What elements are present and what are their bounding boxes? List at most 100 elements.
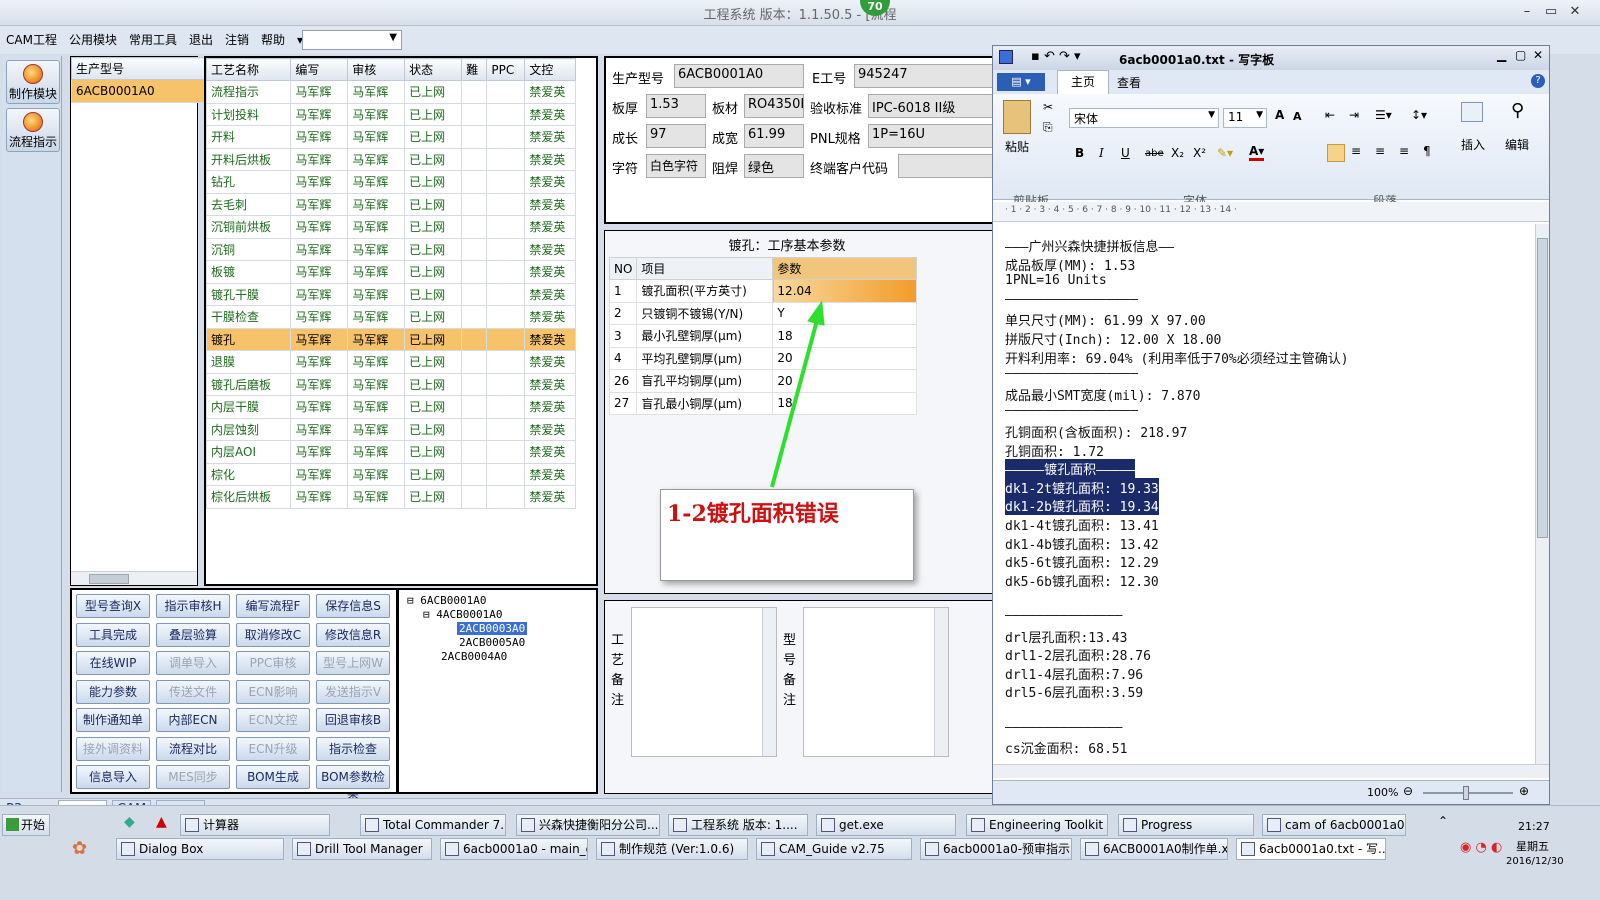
superscript-icon[interactable]: X² xyxy=(1193,146,1206,160)
table-cell[interactable]: 已上网 xyxy=(404,125,463,149)
table-cell[interactable] xyxy=(486,147,526,171)
table-cell[interactable]: 马军辉 xyxy=(290,170,349,194)
model-cell[interactable]: 6ACB0001A0 xyxy=(71,79,217,103)
col-header-process[interactable]: 工艺名称 xyxy=(205,58,292,81)
action-button[interactable]: 保存信息S xyxy=(316,594,390,618)
table-cell[interactable]: 板镀 xyxy=(205,260,292,284)
table-cell[interactable]: 马军辉 xyxy=(347,260,406,284)
horizontal-scrollbar[interactable] xyxy=(71,571,197,585)
param-row[interactable]: 1 镀孔面积(平方英寸) 12.04 xyxy=(608,279,917,303)
table-cell[interactable]: 马军辉 xyxy=(347,215,406,239)
table-cell[interactable] xyxy=(461,350,488,374)
action-button[interactable]: ECN升级 xyxy=(236,736,310,761)
paste-icon[interactable] xyxy=(1003,100,1031,134)
table-cell[interactable]: 已上网 xyxy=(404,372,463,396)
action-button[interactable]: ECN文控 xyxy=(236,708,310,732)
table-cell[interactable]: 马军辉 xyxy=(290,237,349,261)
param-row[interactable]: 4 平均孔壁铜厚(μm) 20 xyxy=(608,346,917,370)
menu-tools[interactable]: 常用工具 xyxy=(123,26,183,54)
tray-expand-icon[interactable]: ⌃ xyxy=(1438,814,1448,828)
table-row[interactable]: 钻孔 马军辉 马军辉 已上网 禁爱英 xyxy=(205,170,576,194)
table-cell[interactable]: 去毛刺 xyxy=(205,192,292,216)
table-row[interactable]: 棕化后烘板 马军辉 马军辉 已上网 禁爱英 xyxy=(205,485,576,509)
clock-weekday[interactable]: 星期五 xyxy=(1516,838,1549,854)
table-cell[interactable]: 沉铜前烘板 xyxy=(205,215,292,239)
document-line[interactable]: ——————————————— xyxy=(1005,608,1122,623)
table-cell[interactable]: 开料 xyxy=(205,125,292,149)
document-line[interactable]: drl5-6层孔面积:3.59 xyxy=(1005,682,1143,701)
table-cell[interactable]: 禁爱英 xyxy=(524,237,576,261)
tab-view[interactable]: 查看 xyxy=(1117,74,1141,91)
table-cell[interactable]: 镀孔 xyxy=(205,327,292,351)
col-header-doc-control[interactable]: 文控 xyxy=(524,58,576,81)
col-header-no[interactable]: NO xyxy=(608,257,638,280)
table-row[interactable]: 流程指示 马军辉 马军辉 已上网 禁爱英 xyxy=(205,80,576,104)
col-header-param[interactable]: 参数 xyxy=(772,257,917,280)
table-cell[interactable]: 禁爱英 xyxy=(524,170,576,194)
customer-code-field[interactable] xyxy=(898,154,994,178)
taskbar-item[interactable]: 6acb0001a0-预审指示.... xyxy=(920,838,1072,860)
document-line[interactable]: 成品板厚(MM): 1.53 xyxy=(1005,255,1135,274)
table-cell[interactable]: 马军辉 xyxy=(347,237,406,261)
tab-home[interactable]: 主页 xyxy=(1057,70,1109,94)
taskbar-item[interactable]: CAM_Guide v2.75 xyxy=(756,838,912,860)
document-line[interactable]: drl1-4层孔面积:7.96 xyxy=(1005,664,1143,683)
table-cell[interactable]: 禁爱英 xyxy=(524,192,576,216)
table-row[interactable]: 沉铜 马军辉 马军辉 已上网 禁爱英 xyxy=(205,237,576,261)
table-cell[interactable]: 内层蚀刻 xyxy=(205,417,292,441)
quicklaunch-icon[interactable]: ◆ xyxy=(124,814,135,830)
menu-common-modules[interactable]: 公用模块 xyxy=(63,26,123,54)
table-row[interactable]: 镀孔干膜 马军辉 马军辉 已上网 禁爱英 xyxy=(205,282,576,306)
cut-icon[interactable]: ✂ xyxy=(1043,100,1053,114)
table-cell[interactable] xyxy=(486,170,526,194)
menu-help[interactable]: 帮助 xyxy=(255,26,291,54)
action-button[interactable]: MES同步 xyxy=(156,765,230,789)
tree-node[interactable]: 2ACB0004A0 xyxy=(441,650,507,663)
table-cell[interactable]: 马军辉 xyxy=(347,80,406,104)
table-cell[interactable] xyxy=(486,192,526,216)
table-cell[interactable]: 已上网 xyxy=(404,485,463,509)
table-cell[interactable] xyxy=(486,102,526,126)
table-cell[interactable]: 禁爱英 xyxy=(524,102,576,126)
document-line[interactable]: dk1-4b镀孔面积: 13.42 xyxy=(1005,534,1159,553)
taskbar-item[interactable]: Drill Tool Manager xyxy=(292,838,432,860)
table-row[interactable]: 镀孔 马军辉 马军辉 已上网 禁爱英 xyxy=(205,327,576,351)
document-line[interactable]: 拼版尺寸(Inch): 12.00 X 18.00 xyxy=(1005,329,1221,348)
zoom-slider-thumb[interactable] xyxy=(1463,786,1469,800)
table-cell[interactable]: 马军辉 xyxy=(347,350,406,374)
solder-mask-field[interactable]: 绿色 xyxy=(744,154,804,178)
align-center-icon[interactable]: ≡ xyxy=(1351,144,1361,158)
table-cell[interactable]: 马军辉 xyxy=(347,440,406,464)
tree-node[interactable]: ⊟ 4ACB0001A0 xyxy=(423,608,502,621)
decrease-indent-icon[interactable]: ⇤ xyxy=(1325,108,1335,122)
table-cell[interactable]: 镀孔后磨板 xyxy=(205,372,292,396)
standard-field[interactable]: IPC-6018 II级 xyxy=(868,94,994,118)
param-cell[interactable]: 3 xyxy=(608,324,638,348)
shrink-font-icon[interactable]: A xyxy=(1293,110,1302,123)
table-cell[interactable]: 马军辉 xyxy=(290,215,349,239)
taskbar-item[interactable]: Progress xyxy=(1118,814,1254,836)
close-icon[interactable]: ✕ xyxy=(1533,48,1543,62)
table-cell[interactable]: 已上网 xyxy=(404,215,463,239)
col-header-author[interactable]: 编写 xyxy=(290,58,349,81)
table-cell[interactable]: 已上网 xyxy=(404,102,463,126)
table-cell[interactable]: 马军辉 xyxy=(290,350,349,374)
zoom-out-icon[interactable]: ⊖ xyxy=(1403,784,1413,798)
table-cell[interactable] xyxy=(461,485,488,509)
param-row[interactable]: 26 盲孔平均铜厚(μm) 20 xyxy=(608,369,917,393)
document-line[interactable]: ———广州兴森快捷拼板信息—— xyxy=(1005,236,1174,255)
maximize-icon[interactable]: ▭ xyxy=(1540,3,1562,21)
table-cell[interactable] xyxy=(461,395,488,419)
table-cell[interactable] xyxy=(486,350,526,374)
font-size-select[interactable]: 11 ▼ xyxy=(1223,108,1267,128)
table-cell[interactable]: 禁爱英 xyxy=(524,350,576,374)
document-line[interactable]: 开料利用率: 69.04% (利用率低于70%必须经过主管确认) xyxy=(1005,348,1349,367)
table-cell[interactable]: 马军辉 xyxy=(347,192,406,216)
bold-icon[interactable]: B xyxy=(1075,146,1084,160)
menu-logout[interactable]: 注销 xyxy=(219,26,255,54)
document-line[interactable]: 1PNL=16 Units xyxy=(1005,273,1107,288)
table-row[interactable]: 棕化 马军辉 马军辉 已上网 禁爱英 xyxy=(205,462,576,486)
table-cell[interactable] xyxy=(461,215,488,239)
model-notes-input[interactable] xyxy=(803,607,949,757)
table-cell[interactable]: 马军辉 xyxy=(347,305,406,329)
